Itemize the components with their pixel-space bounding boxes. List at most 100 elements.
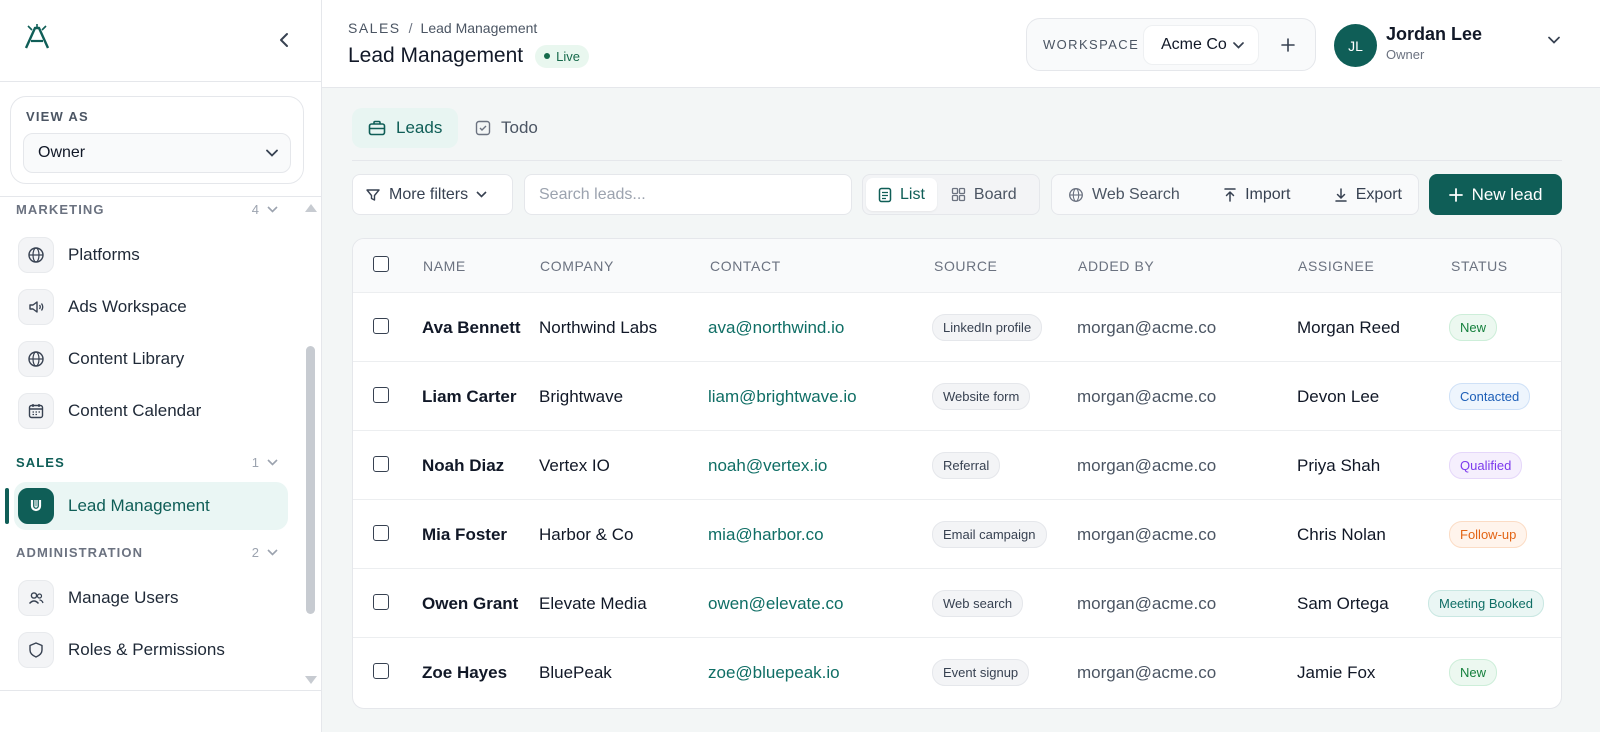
table-row[interactable]: Ava Bennett Northwind Labs ava@northwind.i… [353,293,1561,362]
status-badge[interactable]: Qualified [1449,452,1523,479]
workspace-label: WORKSPACE [1043,37,1140,52]
column-header-name[interactable]: NAME [423,258,466,274]
view-as-value: Owner [38,144,86,161]
chevron-left-icon [280,33,288,47]
filter-icon [366,188,380,201]
lead-contact-email[interactable]: ava@northwind.io [708,318,844,338]
table-row[interactable]: Owen Grant Elevate Media owen@elevate.co We… [353,569,1561,638]
chevron-down-icon [267,549,278,556]
view-board-button[interactable]: Board [939,178,1029,211]
view-list-button[interactable]: List [866,178,937,211]
assignee: Sam Ortega [1297,594,1389,613]
table-row[interactable]: Liam Carter Brightwave liam@brightwave.io W… [353,362,1561,431]
row-checkbox[interactable] [373,663,389,679]
row-checkbox[interactable] [373,594,389,610]
add-workspace-button[interactable] [1275,32,1301,58]
top-header: SALES / Lead Management Lead Management … [322,0,1600,88]
section-administration[interactable]: ADMINISTRATION 2 [16,545,278,560]
chevron-down-icon [267,459,278,466]
sidebar-item-lead-management[interactable]: Lead Management [14,482,288,530]
search-box [524,174,852,215]
sidebar-item-label: Content Library [68,349,185,368]
sidebar-item-label: Lead Management [68,496,210,515]
sidebar-divider [0,196,322,197]
sidebar-item-content-calendar[interactable]: Content Calendar [14,387,288,435]
app-logo[interactable] [22,22,52,52]
added-by: morgan@acme.co [1077,318,1217,337]
status-badge[interactable]: New [1449,659,1498,686]
status-badge[interactable]: New [1449,314,1498,341]
status-badge[interactable]: Follow-up [1449,521,1528,548]
megaphone-icon [18,289,54,325]
workspace-select[interactable]: Acme Co [1143,25,1259,65]
section-count: 4 [251,202,259,217]
lead-name[interactable]: Noah Diaz [422,456,504,476]
web-search-button[interactable]: Web Search [1068,186,1180,204]
new-lead-button[interactable]: New lead [1429,174,1562,215]
added-by: morgan@acme.co [1077,663,1217,682]
source-chip: Event signup [932,659,1030,686]
tab-leads[interactable]: Leads [352,108,459,148]
added-by: morgan@acme.co [1077,387,1217,406]
column-header-status[interactable]: STATUS [1451,258,1508,274]
users-icon [18,580,54,616]
table-row[interactable]: Noah Diaz Vertex IO noah@vertex.io Referral… [353,431,1561,500]
leads-table: NAME COMPANY CONTACT SOURCE ADDED BY ASS… [352,238,1562,709]
column-header-assignee[interactable]: ASSIGNEE [1298,258,1374,274]
scroll-up-arrow[interactable] [305,204,317,212]
lead-name[interactable]: Liam Carter [422,387,516,407]
more-filters-button[interactable]: More filters [352,174,513,215]
user-avatar[interactable]: JL [1334,24,1377,67]
sidebar-item-ads-workspace[interactable]: Ads Workspace [14,283,288,331]
column-header-company[interactable]: COMPANY [540,258,614,274]
view-as-select[interactable]: Owner [23,133,291,173]
tab-todo[interactable]: Todo [463,108,550,148]
lead-name[interactable]: Owen Grant [422,594,518,614]
new-lead-label: New lead [1471,184,1543,204]
row-checkbox[interactable] [373,456,389,472]
table-row[interactable]: Mia Foster Harbor & Co mia@harbor.co Email … [353,500,1561,569]
section-label: SALES [16,455,65,470]
scroll-down-arrow[interactable] [305,676,317,684]
section-sales[interactable]: SALES 1 [16,455,278,470]
collapse-sidebar-button[interactable] [274,30,294,50]
sidebar-item-platforms[interactable]: Platforms [14,231,288,279]
sidebar-scrollbar[interactable] [306,346,315,614]
lead-contact-email[interactable]: mia@harbor.co [708,525,824,545]
briefcase-icon [368,120,386,136]
search-input[interactable] [539,185,837,204]
column-header-contact[interactable]: CONTACT [710,258,781,274]
breadcrumb-sales[interactable]: SALES [348,20,401,36]
table-row[interactable]: Zoe Hayes BluePeak zoe@bluepeak.io Event si… [353,638,1561,707]
row-checkbox[interactable] [373,525,389,541]
status-badge[interactable]: Meeting Booked [1428,590,1544,617]
section-label: MARKETING [16,202,105,217]
sidebar-item-manage-users[interactable]: Manage Users [14,574,288,622]
column-header-source[interactable]: SOURCE [934,258,998,274]
lead-name[interactable]: Zoe Hayes [422,663,507,683]
lead-contact-email[interactable]: zoe@bluepeak.io [708,663,840,683]
column-header-added-by[interactable]: ADDED BY [1078,258,1154,274]
user-menu-button[interactable] [1548,36,1560,44]
export-button[interactable]: Export [1334,186,1402,204]
status-badge[interactable]: Contacted [1449,383,1531,410]
row-checkbox[interactable] [373,318,389,334]
sidebar-item-label: Platforms [68,245,140,264]
sidebar-item-content-library[interactable]: Content Library [14,335,288,383]
import-button[interactable]: Import [1223,186,1290,204]
lead-company: Elevate Media [539,594,647,613]
row-checkbox[interactable] [373,387,389,403]
sidebar-divider [0,690,322,691]
section-marketing[interactable]: MARKETING 4 [16,202,278,217]
lead-name[interactable]: Ava Bennett [422,318,521,338]
user-name[interactable]: Jordan Lee [1386,24,1482,45]
lead-name[interactable]: Mia Foster [422,525,507,545]
sidebar-item-roles-permissions[interactable]: Roles & Permissions [14,626,288,674]
select-all-checkbox[interactable] [373,256,389,272]
lead-contact-email[interactable]: liam@brightwave.io [708,387,857,407]
lead-company: BluePeak [539,663,612,682]
lead-contact-email[interactable]: noah@vertex.io [708,456,827,476]
tab-label: Leads [396,118,443,137]
lead-contact-email[interactable]: owen@elevate.co [708,594,843,614]
added-by: morgan@acme.co [1077,456,1217,475]
